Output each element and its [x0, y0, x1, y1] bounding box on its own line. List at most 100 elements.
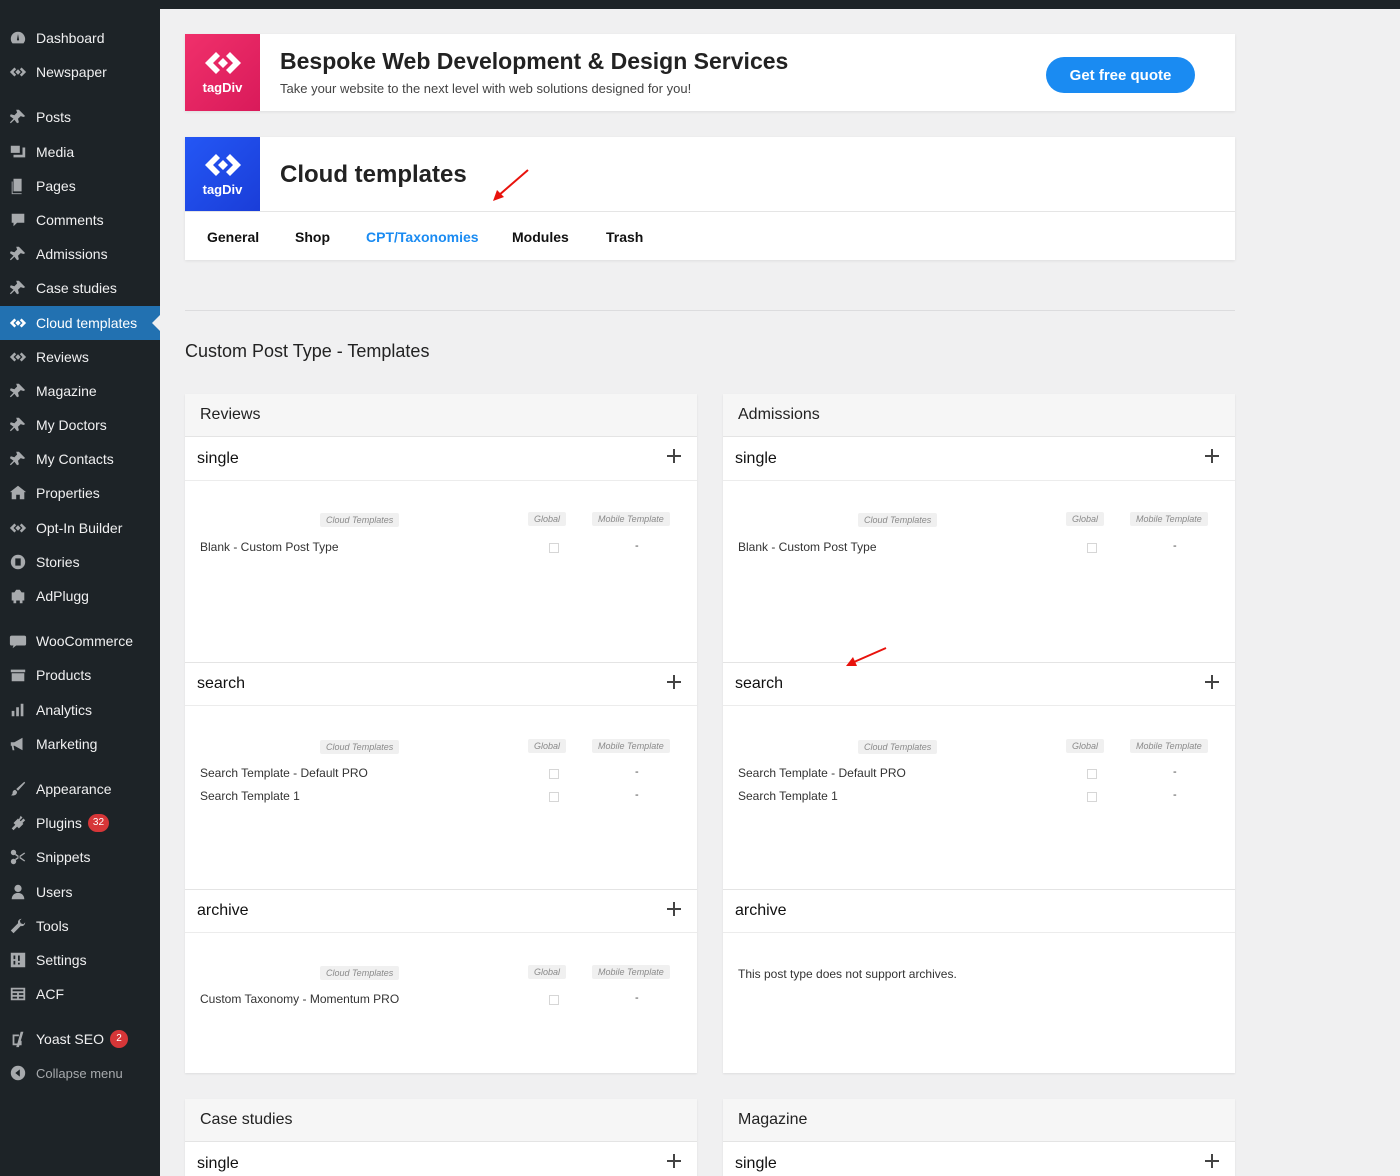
- sidebar-item-acf[interactable]: ACF: [0, 977, 160, 1011]
- global-checkbox[interactable]: [549, 995, 559, 1005]
- pin-icon: [8, 107, 28, 127]
- sidebar-item-media[interactable]: Media: [0, 135, 160, 169]
- mobile-template-value: -: [635, 992, 639, 1004]
- template-name[interactable]: Blank - Custom Post Type: [738, 540, 877, 554]
- sidebar-item-appearance[interactable]: Appearance: [0, 772, 160, 806]
- sidebar-item-label: Users: [36, 884, 73, 900]
- sidebar-item-yoast-seo[interactable]: Yoast SEO 2: [0, 1022, 160, 1056]
- sidebar-item-properties[interactable]: Properties: [0, 476, 160, 510]
- sidebar-item-reviews[interactable]: Reviews: [0, 340, 160, 374]
- template-name[interactable]: Search Template 1: [200, 789, 300, 803]
- template-name[interactable]: Blank - Custom Post Type: [200, 540, 339, 554]
- sidebar-item-cloud-templates[interactable]: Cloud templates: [0, 306, 160, 340]
- sidebar-item-products[interactable]: Products: [0, 658, 160, 692]
- section-label: single: [735, 1154, 777, 1172]
- scissors-icon: [8, 847, 28, 867]
- tab-modules[interactable]: Modules: [512, 229, 569, 245]
- column-header-mobile-template: Mobile Template: [1130, 512, 1208, 526]
- sidebar-item-snippets[interactable]: Snippets: [0, 840, 160, 874]
- sidebar-item-plugins[interactable]: Plugins 32: [0, 806, 160, 840]
- global-checkbox[interactable]: [1087, 792, 1097, 802]
- column-header-mobile-template: Mobile Template: [592, 965, 670, 979]
- sidebar-item-label: My Doctors: [36, 417, 107, 433]
- sidebar-item-settings[interactable]: Settings: [0, 943, 160, 977]
- tagdiv-icon: [8, 62, 28, 82]
- add-template-plus-icon[interactable]: [667, 675, 681, 689]
- sidebar-item-label: WooCommerce: [36, 633, 133, 649]
- sidebar-item-posts[interactable]: Posts: [0, 100, 160, 134]
- add-template-plus-icon[interactable]: [1205, 449, 1219, 463]
- mobile-template-value: -: [1173, 540, 1177, 552]
- tagdiv-logo: tagDiv: [185, 34, 260, 111]
- sidebar-item-label: Snippets: [36, 849, 91, 865]
- tagdiv-logo-icon: [204, 154, 241, 176]
- global-checkbox[interactable]: [549, 769, 559, 779]
- sidebar-item-label: Tools: [36, 918, 69, 934]
- pin-icon: [8, 381, 28, 401]
- template-name[interactable]: Custom Taxonomy - Momentum PRO: [200, 992, 399, 1006]
- tab-cpt-taxonomies[interactable]: CPT/Taxonomies: [366, 229, 479, 245]
- sidebar-item-woocommerce[interactable]: WooCommerce: [0, 624, 160, 658]
- global-checkbox[interactable]: [1087, 543, 1097, 553]
- sidebar-item-admissions[interactable]: Admissions: [0, 237, 160, 271]
- column-header-global: Global: [528, 965, 567, 979]
- sidebar-item-my-contacts[interactable]: My Contacts: [0, 442, 160, 476]
- sidebar-item-analytics[interactable]: Analytics: [0, 693, 160, 727]
- sidebar-item-opt-in-builder[interactable]: Opt-In Builder: [0, 511, 160, 545]
- template-name[interactable]: Search Template 1: [738, 789, 838, 803]
- get-free-quote-button[interactable]: Get free quote: [1046, 57, 1195, 93]
- column-header-cloud-templates: Cloud Templates: [320, 513, 400, 527]
- section-label: single: [735, 449, 777, 467]
- sidebar-item-dashboard[interactable]: Dashboard: [0, 21, 160, 55]
- tab-trash[interactable]: Trash: [606, 229, 643, 245]
- sidebar-item-case-studies[interactable]: Case studies: [0, 271, 160, 305]
- sidebar-item-magazine[interactable]: Magazine: [0, 374, 160, 408]
- tagdiv-logo: tagDiv: [185, 137, 260, 212]
- collapse-menu-button[interactable]: Collapse menu: [0, 1056, 160, 1090]
- tab-general[interactable]: General: [207, 229, 259, 245]
- single-section-header: single: [185, 437, 697, 481]
- sidebar-item-my-doctors[interactable]: My Doctors: [0, 408, 160, 442]
- column-header-mobile-template: Mobile Template: [592, 512, 670, 526]
- tagdiv-icon: [8, 347, 28, 367]
- panel-title: Reviews: [185, 394, 697, 437]
- add-template-plus-icon[interactable]: [1205, 1154, 1219, 1168]
- add-template-plus-icon[interactable]: [667, 902, 681, 916]
- sidebar-item-tools[interactable]: Tools: [0, 909, 160, 943]
- global-checkbox[interactable]: [549, 792, 559, 802]
- banner-subtitle: Take your website to the next level with…: [280, 81, 692, 96]
- magazine-panel: Magazine single: [723, 1099, 1235, 1176]
- global-checkbox[interactable]: [549, 543, 559, 553]
- annotation-arrow: [846, 647, 887, 666]
- sidebar-item-newspaper[interactable]: Newspaper: [0, 55, 160, 89]
- template-name[interactable]: Search Template - Default PRO: [738, 766, 906, 780]
- sidebar-item-stories[interactable]: Stories: [0, 545, 160, 579]
- template-name[interactable]: Search Template - Default PRO: [200, 766, 368, 780]
- section-label: archive: [735, 902, 787, 919]
- reviews-panel: Reviews single Cloud Templates Global Mo…: [185, 394, 697, 1073]
- search-section-header: search: [185, 662, 697, 706]
- add-template-plus-icon[interactable]: [667, 1154, 681, 1168]
- column-header-global: Global: [1066, 739, 1105, 753]
- single-section-header: single: [723, 437, 1235, 481]
- mobile-template-value: -: [1173, 766, 1177, 778]
- tagdiv-logo-text: tagDiv: [202, 182, 243, 197]
- section-label: single: [197, 449, 239, 467]
- add-template-plus-icon[interactable]: [1205, 675, 1219, 689]
- banner-title: Bespoke Web Development & Design Service…: [280, 48, 789, 74]
- sidebar-item-marketing[interactable]: Marketing: [0, 727, 160, 761]
- sidebar-item-label: Dashboard: [36, 30, 105, 46]
- sidebar-item-users[interactable]: Users: [0, 875, 160, 909]
- sidebar-item-label: Opt-In Builder: [36, 520, 123, 536]
- mobile-template-value: -: [635, 766, 639, 778]
- mobile-template-value: -: [635, 789, 639, 801]
- tab-shop[interactable]: Shop: [295, 229, 330, 245]
- add-template-plus-icon[interactable]: [667, 449, 681, 463]
- sidebar-item-adplugg[interactable]: AdPlugg: [0, 579, 160, 613]
- sidebar-item-comments[interactable]: Comments: [0, 203, 160, 237]
- global-checkbox[interactable]: [1087, 769, 1097, 779]
- admissions-panel: Admissions single Cloud Templates Global…: [723, 394, 1235, 1073]
- admin-sidebar: Dashboard Newspaper Posts Media Pages Co…: [0, 0, 160, 1176]
- sidebar-item-pages[interactable]: Pages: [0, 169, 160, 203]
- archive-section-header: archive: [185, 889, 697, 933]
